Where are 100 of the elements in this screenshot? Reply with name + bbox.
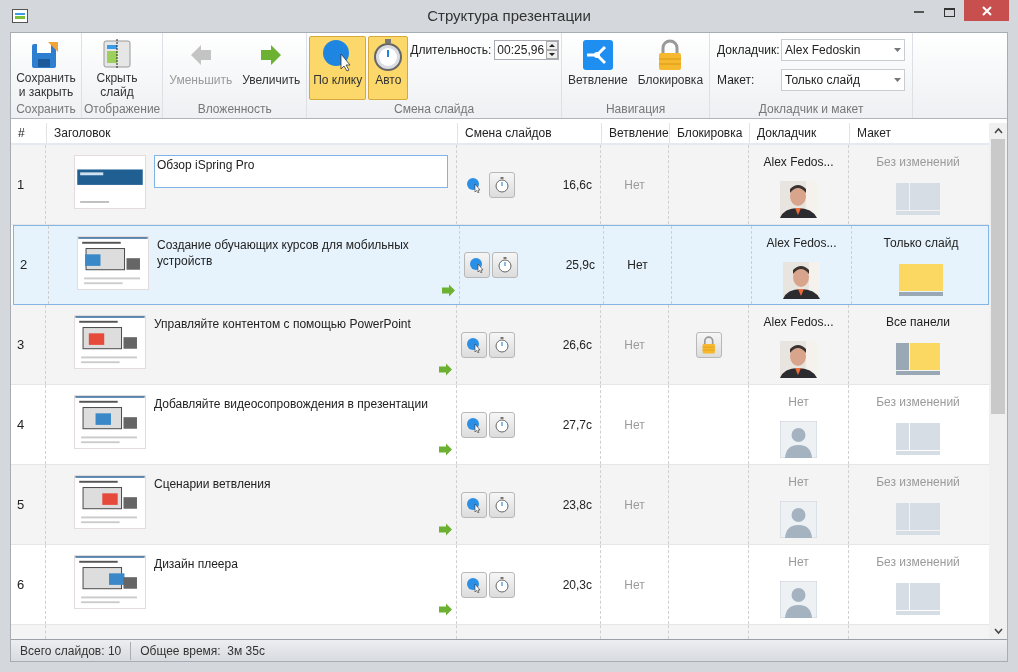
click-cursor-icon (466, 416, 482, 433)
presenter-name: Alex Fedos... (766, 235, 837, 252)
right-arrow-icon[interactable] (442, 284, 455, 297)
window-title: Структура презентации (427, 5, 591, 26)
click-cursor-icon (466, 336, 482, 353)
stopwatch-icon (372, 38, 405, 72)
column-header[interactable]: Ветвление (601, 123, 669, 143)
branch-value: Нет (627, 257, 648, 274)
group-label: Сохранить (15, 102, 77, 118)
table-row[interactable]: 6 Дизайн плеера 20,3с Нет Нет Без изменений (11, 545, 989, 625)
click-toggle[interactable] (461, 331, 487, 358)
ribbon-button[interactable]: Увеличить (238, 36, 305, 100)
slide-number: 6 (17, 575, 25, 594)
hidden-slide-icon (101, 38, 133, 70)
title-input[interactable]: Обзор iSpring Pro (154, 155, 448, 188)
status-text: Всего слайдов: 10 (19, 642, 123, 660)
column-header[interactable]: Смена слайдов (457, 123, 601, 143)
group-label: Смена слайда (392, 102, 476, 118)
avatar-icon (780, 581, 817, 618)
close-button[interactable] (964, 0, 1009, 21)
slide-title: Добавляйте видеосопровождения в презентации (154, 396, 429, 412)
maximize-icon (943, 7, 955, 17)
right-arrow-icon (259, 43, 284, 67)
ribbon-button[interactable]: Блокировка (633, 36, 708, 100)
slide-number: 1 (17, 175, 25, 194)
slide-thumbnail (74, 475, 146, 529)
duration-spinner[interactable]: 00:25,96 (494, 40, 560, 60)
avatar-icon (780, 421, 817, 458)
slide-thumbnail (74, 315, 146, 369)
dropdown-arrow-icon (894, 78, 902, 82)
table-row[interactable]: 1 Обзор iSpring Pro 16,6с Нет Alex Fedos... Без изменений (11, 145, 989, 225)
presenter-name: Нет (788, 474, 809, 491)
ribbon-button[interactable]: Сохранить и закрыть (13, 36, 79, 100)
column-header[interactable]: Заголовок (46, 123, 457, 143)
click-cursor-icon (466, 576, 482, 593)
scrollbar[interactable] (989, 123, 1007, 639)
timer-toggle[interactable] (489, 491, 515, 518)
click-toggle[interactable] (461, 571, 487, 598)
field-label: Докладчик: (717, 42, 781, 59)
group-label: Докладчик и макет (757, 102, 865, 118)
table-row[interactable]: 3 Управляйте контентом с помощью PowerPoint 26,6с Нет Alex Fedos... Все панели (11, 305, 989, 385)
column-header[interactable]: Докладчик (749, 123, 849, 143)
stopwatch-icon (494, 176, 510, 193)
slide-title: Создание обучающих курсов для мобильных устройств (157, 237, 410, 269)
group-label: Вложенность (196, 102, 273, 118)
right-arrow-icon[interactable] (439, 603, 452, 616)
right-arrow-icon[interactable] (439, 443, 452, 456)
timer-toggle[interactable] (489, 331, 515, 358)
branch-value: Нет (624, 496, 645, 514)
ribbon-button[interactable]: Скрыть слайд (84, 36, 150, 100)
layout-icon (896, 423, 940, 455)
branch-value: Нет (624, 576, 645, 594)
group-label: Навигация (604, 102, 667, 118)
dropdown-arrow-icon (894, 48, 902, 52)
ribbon-button[interactable]: Авто (368, 36, 409, 100)
click-toggle[interactable] (461, 411, 487, 438)
branch-icon (582, 40, 613, 70)
slide-duration: 27,7с (562, 416, 593, 434)
layout-name: Все панели (886, 314, 950, 331)
table-row[interactable]: 2 Создание обучающих курсов для мобильных устройств 25,9с Нет Alex Fedos... Только слайд (13, 225, 989, 305)
layout-name: Без изменений (876, 474, 960, 491)
click-cursor-icon (466, 496, 482, 513)
timer-toggle[interactable] (489, 171, 515, 198)
table-row[interactable]: 5 Сценарии ветвления 23,8с Нет Нет Без изменений (11, 465, 989, 545)
timer-toggle[interactable] (489, 411, 515, 438)
click-toggle[interactable] (464, 252, 490, 278)
right-arrow-icon[interactable] (439, 523, 452, 536)
presenter-name: Нет (788, 554, 809, 571)
slide-thumbnail (77, 236, 149, 290)
click-toggle[interactable] (461, 491, 487, 518)
slide-duration: 20,3с (562, 576, 593, 594)
layout-name: Без изменений (876, 394, 960, 411)
lock-toggle[interactable] (695, 331, 722, 358)
ribbon-button[interactable]: Ветвление (564, 36, 632, 100)
app-icon (12, 9, 28, 23)
table-row[interactable]: 4 Добавляйте видеосопровождения в презентации 27,7с Нет Нет Без изменений (11, 385, 989, 465)
timer-toggle[interactable] (492, 252, 518, 278)
group-label: Отображение (84, 102, 161, 118)
stopwatch-icon (494, 576, 510, 593)
slide-thumbnail (74, 555, 146, 609)
column-header[interactable]: Макет (849, 123, 987, 143)
padlock-icon (701, 335, 716, 354)
branch-value: Нет (624, 336, 645, 354)
ribbon-button[interactable]: По клику (309, 36, 367, 100)
slide-thumbnail (74, 155, 146, 209)
column-header[interactable]: Блокировка (669, 123, 749, 143)
spinner-arrows-icon (546, 41, 559, 59)
stopwatch-icon (494, 336, 510, 353)
dropdown[interactable]: Alex Fedoskin (781, 39, 906, 61)
column-header[interactable]: # (11, 123, 46, 143)
layout-icon (899, 264, 943, 296)
close-icon (981, 5, 992, 16)
slide-duration: 23,8с (562, 496, 593, 514)
right-arrow-icon[interactable] (439, 363, 452, 376)
branch-value: Нет (624, 416, 645, 434)
dropdown[interactable]: Только слайд (781, 69, 906, 91)
slide-title: Дизайн плеера (154, 556, 239, 572)
timer-toggle[interactable] (489, 571, 515, 598)
slide-duration: 16,6с (562, 176, 593, 194)
minimize-icon (914, 11, 924, 13)
